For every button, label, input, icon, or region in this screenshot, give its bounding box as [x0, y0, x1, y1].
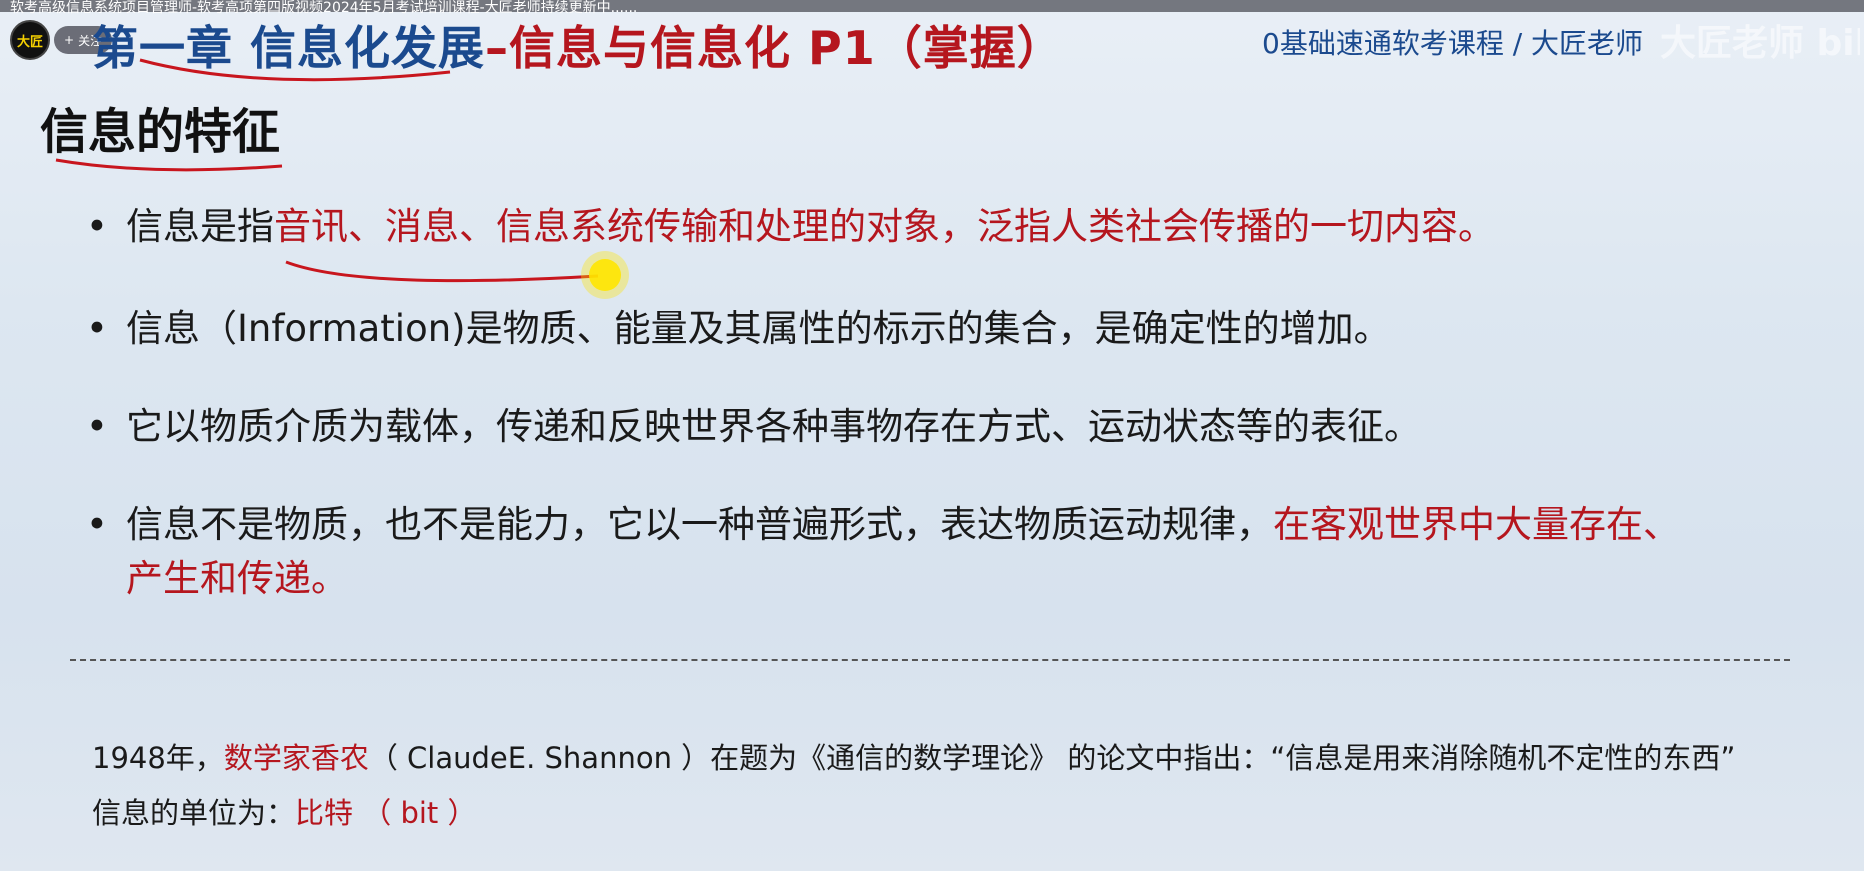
bullet-dot: • — [86, 405, 108, 448]
chapter-title: 第一章 信息化发展–信息与信息化 P1（掌握） — [92, 12, 1064, 78]
dashed-divider — [70, 659, 1790, 661]
bullet-text: 信息（Information)是物质、能量及其属性的标示的集合，是确定性的增加。 — [126, 307, 1391, 350]
bullet-item: • 它以物质介质为载体，传递和反映世界各种事物存在方式、运动状态等的表征。 — [86, 400, 1826, 454]
bullet-highlight: 音讯、消息、信息系统传输和处理的对象，泛指人类社会传播的一切内容。 — [274, 205, 1495, 248]
cursor-glow — [581, 251, 629, 299]
unit-label: 信息的单位为： — [92, 796, 296, 830]
note-person: 数学家香农 — [223, 741, 369, 775]
unit-note: 信息的单位为：比特 （ bit ） — [92, 790, 477, 832]
bullet-dot: • — [86, 503, 108, 546]
chapter-title-sub: –信息与信息化 P1（掌握） — [485, 21, 1064, 75]
shannon-note: 1948年，数学家香农（ ClaudeE. Shannon ）在题为《通信的数学… — [92, 735, 1735, 777]
bullet-highlight: 在客观世界中大量存在、 — [1273, 503, 1680, 546]
bullet-dot: • — [86, 205, 108, 248]
bilibili-watermark: 大匠老师 bilibili — [1660, 23, 1860, 64]
bullet-item: • 信息是指音讯、消息、信息系统传输和处理的对象，泛指人类社会传播的一切内容。 — [86, 200, 1826, 254]
course-credit: 0基础速通软考课程 / 大匠老师 — [1262, 27, 1644, 60]
uploader-avatar[interactable]: 大匠 — [10, 20, 50, 60]
video-title-bar: 软考高级信息系统项目管理师-软考高项第四版视频2024年5月考试培训课程-大匠老… — [0, 0, 1864, 16]
cursor-highlight — [589, 259, 621, 291]
bullet-dot: • — [86, 307, 108, 350]
bullet-item: • 信息不是物质，也不是能力，它以一种普遍形式，表达物质运动规律，在客观世界中大… — [86, 498, 1826, 606]
plus-icon: + — [64, 33, 75, 47]
note-quote: （ ClaudeE. Shannon ）在题为《通信的数学理论》 的论文中指出：… — [368, 741, 1736, 775]
bullet-text: 信息是指 — [126, 205, 274, 248]
bullet-text: 信息不是物质，也不是能力，它以一种普遍形式，表达物质运动规律， — [126, 503, 1273, 546]
bullet-underline — [285, 260, 599, 283]
note-year: 1948年， — [92, 741, 224, 775]
bullet-item: • 信息（Information)是物质、能量及其属性的标示的集合，是确定性的增… — [86, 302, 1826, 356]
bullet-highlight-tail: 产生和传递。 — [126, 557, 348, 600]
unit-value: 比特 （ bit ） — [295, 796, 477, 830]
chapter-title-main: 第一章 信息化发展 — [92, 21, 486, 75]
section-heading: 信息的特征 — [40, 104, 281, 160]
bullet-text: 它以物质介质为载体，传递和反映世界各种事物存在方式、运动状态等的表征。 — [126, 405, 1421, 448]
